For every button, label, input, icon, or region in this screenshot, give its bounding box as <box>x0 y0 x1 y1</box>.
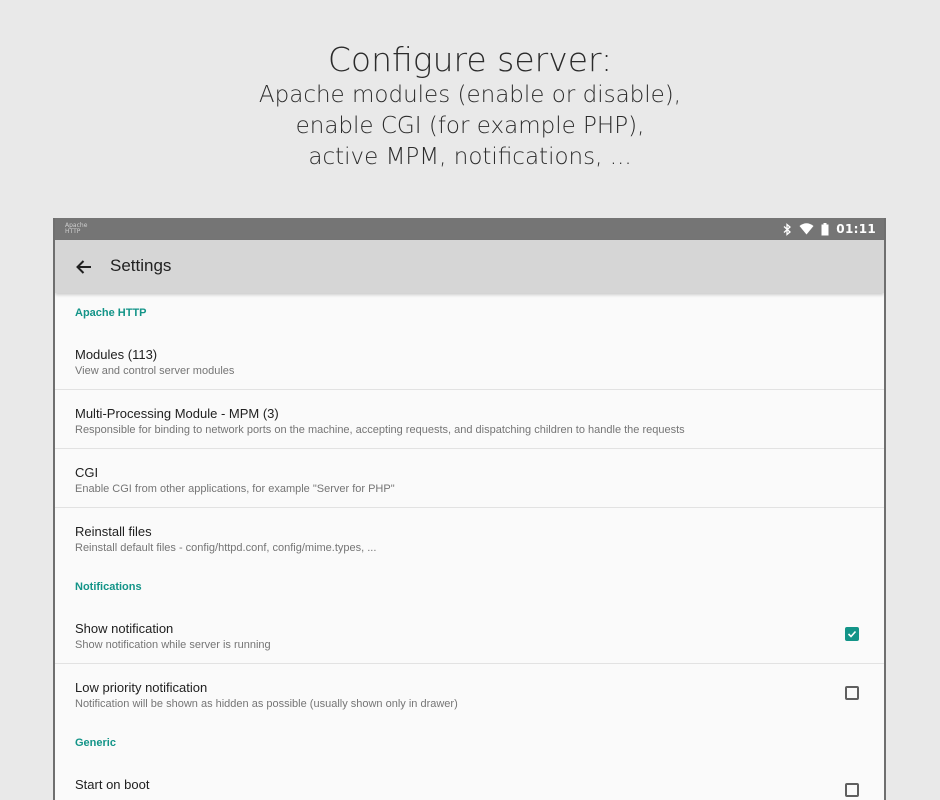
show-notification-checkbox[interactable] <box>845 627 859 641</box>
section-header-notifications: Notifications <box>75 581 142 593</box>
pref-summary: Notification will be shown as hidden as … <box>75 698 458 710</box>
pref-summary: Responsible for binding to network ports… <box>75 424 685 436</box>
pref-summary: View and control server modules <box>75 365 235 377</box>
pref-mpm[interactable]: Multi-Processing Module - MPM (3) Respon… <box>55 390 884 449</box>
app-notification-icon: Apache HTTP <box>65 223 87 235</box>
pref-modules[interactable]: Modules (113) View and control server mo… <box>55 331 884 390</box>
pref-title: CGI <box>75 465 99 480</box>
settings-list: Apache HTTP Modules (113) View and contr… <box>55 293 884 800</box>
pref-start-on-boot[interactable]: Start on boot <box>55 761 884 800</box>
status-icons: 01:11 <box>783 218 876 240</box>
promo-line: active MPM, notifications, ... <box>308 144 632 170</box>
pref-title: Reinstall files <box>75 524 152 539</box>
section-header-apache: Apache HTTP <box>75 307 147 319</box>
arrow-left-icon[interactable] <box>73 256 95 278</box>
section-header-generic: Generic <box>75 737 116 749</box>
pref-low-priority-notification[interactable]: Low priority notification Notification w… <box>55 664 884 723</box>
promo-caption: Configure server: Apache modules (enable… <box>0 40 940 173</box>
device-frame: Apache HTTP 01:11 Settings Apache HTTP M… <box>53 218 886 800</box>
low-priority-notification-checkbox[interactable] <box>845 686 859 700</box>
pref-cgi[interactable]: CGI Enable CGI from other applications, … <box>55 449 884 508</box>
pref-show-notification[interactable]: Show notification Show notification whil… <box>55 605 884 664</box>
promo-line: enable CGI (for example PHP), <box>295 113 645 139</box>
status-time: 01:11 <box>836 222 876 236</box>
pref-summary: Reinstall default files - config/httpd.c… <box>75 542 377 554</box>
promo-headline: Configure server: <box>327 40 613 79</box>
pref-summary: Enable CGI from other applications, for … <box>75 483 395 495</box>
wifi-icon <box>799 223 814 235</box>
pref-reinstall-files[interactable]: Reinstall files Reinstall default files … <box>55 508 884 567</box>
toolbar-title: Settings <box>110 256 172 275</box>
pref-title: Multi-Processing Module - MPM (3) <box>75 406 279 421</box>
status-bar: Apache HTTP 01:11 <box>55 218 884 240</box>
pref-summary: Show notification while server is runnin… <box>75 639 271 651</box>
battery-icon <box>821 222 829 236</box>
app-toolbar: Settings <box>55 240 884 293</box>
app-notification-text: Apache HTTP <box>65 222 88 235</box>
pref-title: Low priority notification <box>75 680 208 695</box>
pref-title: Show notification <box>75 621 174 636</box>
promo-line: Apache modules (enable or disable), <box>258 82 682 108</box>
start-on-boot-checkbox[interactable] <box>845 783 859 797</box>
pref-title: Modules (113) <box>75 347 158 362</box>
bluetooth-icon <box>783 222 792 236</box>
pref-title: Start on boot <box>75 777 150 792</box>
